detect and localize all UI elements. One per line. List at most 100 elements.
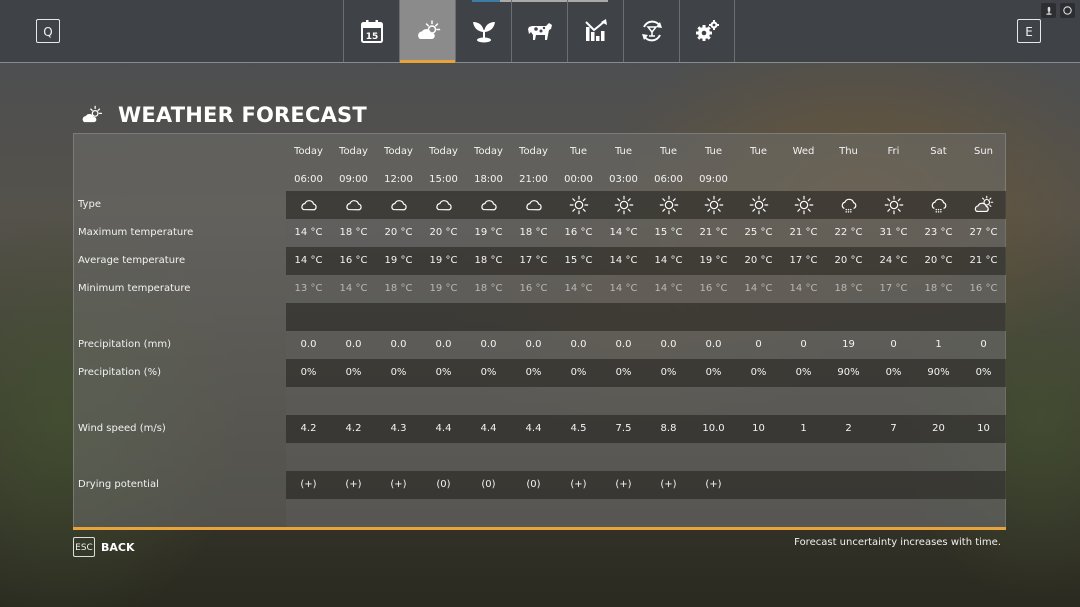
wind-cell: 1 <box>800 423 807 434</box>
sync-icon[interactable] <box>1060 3 1075 18</box>
row-label: Precipitation (%) <box>78 367 161 378</box>
empty-cell <box>916 443 961 471</box>
row-cells: 14 °C 18 °C 20 °C 20 °C 19 °C 18 °C 16 °C 14 °C… <box>286 219 1006 247</box>
day-cell: Sat <box>930 146 947 157</box>
drying-cell <box>916 471 961 499</box>
precip-mm-cell: 0 <box>980 339 987 350</box>
tab-settings[interactable] <box>679 0 735 62</box>
forecast-table: Today Today Today Today Today Today Tue Tue Tue T… <box>73 133 1006 528</box>
sprout-icon <box>472 22 495 43</box>
precip-mm-cell: 0.0 <box>525 339 542 350</box>
wind-cell: 4.2 <box>300 423 317 434</box>
avg-cell: 16 °C <box>339 255 368 266</box>
empty-cell <box>511 303 556 331</box>
empty-cell <box>781 499 826 527</box>
max-cell: 20 °C <box>429 227 458 238</box>
day-cell: Wed <box>792 146 815 157</box>
empty-cell <box>286 499 331 527</box>
tab-weather[interactable] <box>399 0 455 63</box>
time-cell <box>826 166 871 194</box>
day-cell: Today <box>339 146 368 157</box>
weather-type-cell <box>511 191 556 219</box>
spacer-row <box>74 303 1006 331</box>
weather-type-cell <box>331 191 376 219</box>
tab-animals[interactable] <box>511 0 567 62</box>
avg-cell: 19 °C <box>384 255 413 266</box>
precip-pct-cell: 0% <box>570 367 587 378</box>
day-cell: Today <box>429 146 458 157</box>
precip-mm-cell: 0.0 <box>570 339 587 350</box>
weather-type-cell <box>466 191 511 219</box>
avg-cell: 20 °C <box>924 255 953 266</box>
next-tab-key-hint[interactable]: E <box>1017 19 1041 43</box>
back-label: BACK <box>101 540 135 554</box>
tab-calendar[interactable]: 15 <box>343 0 399 62</box>
cycle-icon <box>641 20 662 42</box>
spacer-row <box>74 499 1006 527</box>
weather-type-cell <box>286 191 331 219</box>
precip-pct-cell: 0% <box>480 367 497 378</box>
empty-cell <box>286 303 331 331</box>
min-cell: 16 °C <box>699 283 728 294</box>
tab-crops[interactable] <box>455 0 511 62</box>
row-cells <box>286 443 1006 471</box>
day-cell: Fri <box>887 146 900 157</box>
max-cell: 21 °C <box>699 227 728 238</box>
gears-icon <box>696 20 719 41</box>
drying-cell <box>736 471 781 499</box>
rain-icon <box>931 198 946 213</box>
drying-cell: (+) <box>345 479 362 490</box>
day-cell: Tue <box>659 146 678 157</box>
back-button[interactable]: ESC BACK <box>73 537 135 557</box>
precip-mm-cell: 0.0 <box>435 339 452 350</box>
wind-speed-row: Wind speed (m/s) 4.2 4.2 4.3 4.4 4.4 4.4 4.5 7.5… <box>74 415 1006 443</box>
microphone-icon[interactable] <box>1041 3 1056 18</box>
drying-cell: (+) <box>390 479 407 490</box>
drying-cell <box>826 471 871 499</box>
prev-tab-key-hint[interactable]: Q <box>36 19 60 43</box>
precip-pct-cell: 90% <box>927 367 950 378</box>
min-cell: 18 °C <box>474 283 503 294</box>
min-cell: 16 °C <box>969 283 998 294</box>
wind-cell: 20 <box>932 423 945 434</box>
empty-cell <box>376 499 421 527</box>
empty-cell <box>871 387 916 415</box>
time-cell <box>961 166 1006 194</box>
day-cell: Thu <box>839 146 858 157</box>
min-cell: 18 °C <box>834 283 863 294</box>
day-cell: Today <box>519 146 548 157</box>
empty-cell <box>961 303 1006 331</box>
empty-cell <box>781 387 826 415</box>
tab-statistics[interactable] <box>567 0 623 62</box>
drying-cell: (0) <box>436 479 451 490</box>
min-cell: 17 °C <box>879 283 908 294</box>
cloudy-icon <box>435 200 452 211</box>
row-cells <box>286 191 1006 219</box>
precip-mm-cell: 0.0 <box>480 339 497 350</box>
precip-mm-cell: 0 <box>755 339 762 350</box>
empty-cell <box>871 303 916 331</box>
tab-production[interactable] <box>623 0 679 62</box>
precip-pct-cell: 0% <box>615 367 632 378</box>
empty-cell <box>916 387 961 415</box>
min-cell: 14 °C <box>654 283 683 294</box>
wind-cell: 7.5 <box>615 423 632 434</box>
min-cell: 18 °C <box>924 283 953 294</box>
avg-cell: 14 °C <box>609 255 638 266</box>
max-cell: 15 °C <box>654 227 683 238</box>
day-row: Today Today Today Today Today Today Tue Tue Tue T… <box>74 138 1005 166</box>
row-cells: 0% 0% 0% 0% 0% 0% 0% 0% 0% 0% 0% 0% 90% 0% 90% 0% <box>286 359 1006 387</box>
min-cell: 14 °C <box>564 283 593 294</box>
row-label: Minimum temperature <box>78 283 191 294</box>
avg-cell: 21 °C <box>969 255 998 266</box>
precip-mm-cell: 0 <box>890 339 897 350</box>
empty-cell <box>421 499 466 527</box>
drying-cell: (0) <box>481 479 496 490</box>
precip-pct-cell: 0% <box>435 367 452 378</box>
empty-cell <box>646 443 691 471</box>
max-cell: 18 °C <box>519 227 548 238</box>
day-cell: Tue <box>704 146 723 157</box>
max-cell: 16 °C <box>564 227 593 238</box>
empty-cell <box>601 443 646 471</box>
max-cell: 27 °C <box>969 227 998 238</box>
